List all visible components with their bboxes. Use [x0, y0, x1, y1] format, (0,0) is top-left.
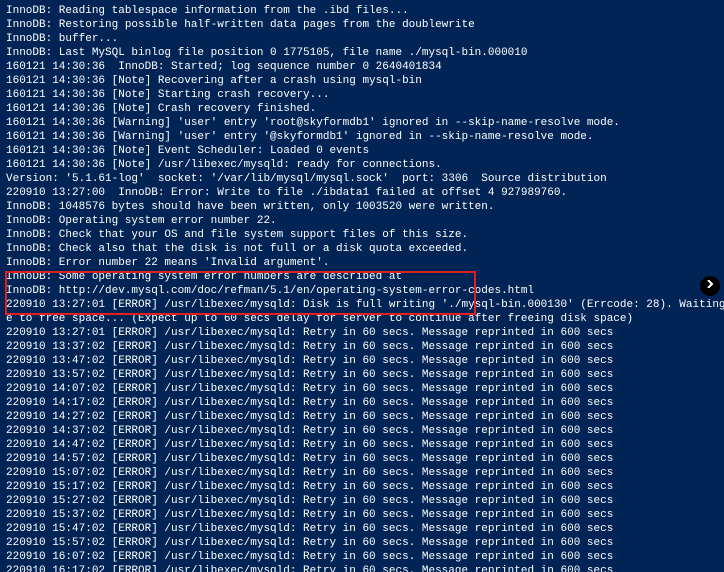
log-line: 220910 14:27:02 [ERROR] /usr/libexec/mys…	[6, 410, 718, 424]
log-line: InnoDB: Last MySQL binlog file position …	[6, 46, 718, 60]
log-line: 220910 14:57:02 [ERROR] /usr/libexec/mys…	[6, 452, 718, 466]
log-line: e to free space... (Expect up to 60 secs…	[6, 312, 718, 326]
chevron-right-icon	[706, 279, 714, 293]
log-line: InnoDB: http://dev.mysql.com/doc/refman/…	[6, 284, 718, 298]
log-line: 220910 13:27:00 InnoDB: Error: Write to …	[6, 186, 718, 200]
log-line: 220910 13:47:02 [ERROR] /usr/libexec/mys…	[6, 354, 718, 368]
log-line: InnoDB: Error number 22 means 'Invalid a…	[6, 256, 718, 270]
log-line: 220910 14:07:02 [ERROR] /usr/libexec/mys…	[6, 382, 718, 396]
log-line: InnoDB: Restoring possible half-written …	[6, 18, 718, 32]
log-line: 220910 16:17:02 [ERROR] /usr/libexec/mys…	[6, 564, 718, 572]
log-line: 220910 16:07:02 [ERROR] /usr/libexec/mys…	[6, 550, 718, 564]
log-line: InnoDB: Check that your OS and file syst…	[6, 228, 718, 242]
log-line: 220910 15:07:02 [ERROR] /usr/libexec/mys…	[6, 466, 718, 480]
log-line: 160121 14:30:36 [Note] /usr/libexec/mysq…	[6, 158, 718, 172]
log-line: Version: '5.1.61-log' socket: '/var/lib/…	[6, 172, 718, 186]
log-line: 160121 14:30:36 [Warning] 'user' entry '…	[6, 130, 718, 144]
log-line: 220910 13:27:01 [ERROR] /usr/libexec/mys…	[6, 326, 718, 340]
log-line: 220910 13:37:02 [ERROR] /usr/libexec/mys…	[6, 340, 718, 354]
log-line: InnoDB: Some operating system error numb…	[6, 270, 718, 284]
log-line: 220910 15:17:02 [ERROR] /usr/libexec/mys…	[6, 480, 718, 494]
log-line: 160121 14:30:36 [Warning] 'user' entry '…	[6, 116, 718, 130]
log-line: 220910 14:47:02 [ERROR] /usr/libexec/mys…	[6, 438, 718, 452]
log-line: 160121 14:30:36 [Note] Recovering after …	[6, 74, 718, 88]
log-line: InnoDB: buffer...	[6, 32, 718, 46]
log-line: 220910 14:17:02 [ERROR] /usr/libexec/mys…	[6, 396, 718, 410]
log-line: 220910 13:27:01 [ERROR] /usr/libexec/mys…	[6, 298, 718, 312]
log-line: 160121 14:30:36 [Note] Event Scheduler: …	[6, 144, 718, 158]
log-line: 220910 15:57:02 [ERROR] /usr/libexec/mys…	[6, 536, 718, 550]
log-line: 220910 15:47:02 [ERROR] /usr/libexec/mys…	[6, 522, 718, 536]
log-line: InnoDB: Check also that the disk is not …	[6, 242, 718, 256]
log-line: InnoDB: Reading tablespace information f…	[6, 4, 718, 18]
log-line: InnoDB: 1048576 bytes should have been w…	[6, 200, 718, 214]
log-line: 220910 13:57:02 [ERROR] /usr/libexec/mys…	[6, 368, 718, 382]
log-line: 220910 14:37:02 [ERROR] /usr/libexec/mys…	[6, 424, 718, 438]
log-line: 220910 15:27:02 [ERROR] /usr/libexec/mys…	[6, 494, 718, 508]
log-line: InnoDB: Operating system error number 22…	[6, 214, 718, 228]
log-line: 160121 14:30:36 [Note] Crash recovery fi…	[6, 102, 718, 116]
log-line: 160121 14:30:36 InnoDB: Started; log seq…	[6, 60, 718, 74]
terminal-output[interactable]: InnoDB: Reading tablespace information f…	[0, 0, 724, 572]
log-line: 220910 15:37:02 [ERROR] /usr/libexec/mys…	[6, 508, 718, 522]
next-button[interactable]	[700, 276, 720, 296]
log-line: 160121 14:30:36 [Note] Starting crash re…	[6, 88, 718, 102]
